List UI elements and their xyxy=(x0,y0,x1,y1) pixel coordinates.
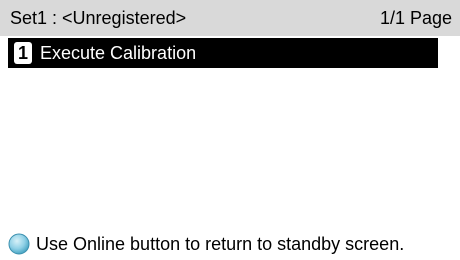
printer-panel-screen: Set1 : <Unregistered> 1/1 Page 1 Execute… xyxy=(0,0,460,260)
page-title: Set1 : <Unregistered> xyxy=(10,7,187,28)
footer-hint: Use Online button to return to standby s… xyxy=(8,230,404,258)
online-button-icon xyxy=(8,233,30,255)
menu-item-execute-calibration[interactable]: 1 Execute Calibration xyxy=(8,38,438,68)
title-bar: Set1 : <Unregistered> 1/1 Page xyxy=(0,0,460,36)
item-number-badge: 1 xyxy=(14,42,32,64)
page-indicator: 1/1 Page xyxy=(379,7,452,28)
menu-item-label: Execute Calibration xyxy=(40,42,197,63)
footer-message: Use Online button to return to standby s… xyxy=(36,233,405,254)
